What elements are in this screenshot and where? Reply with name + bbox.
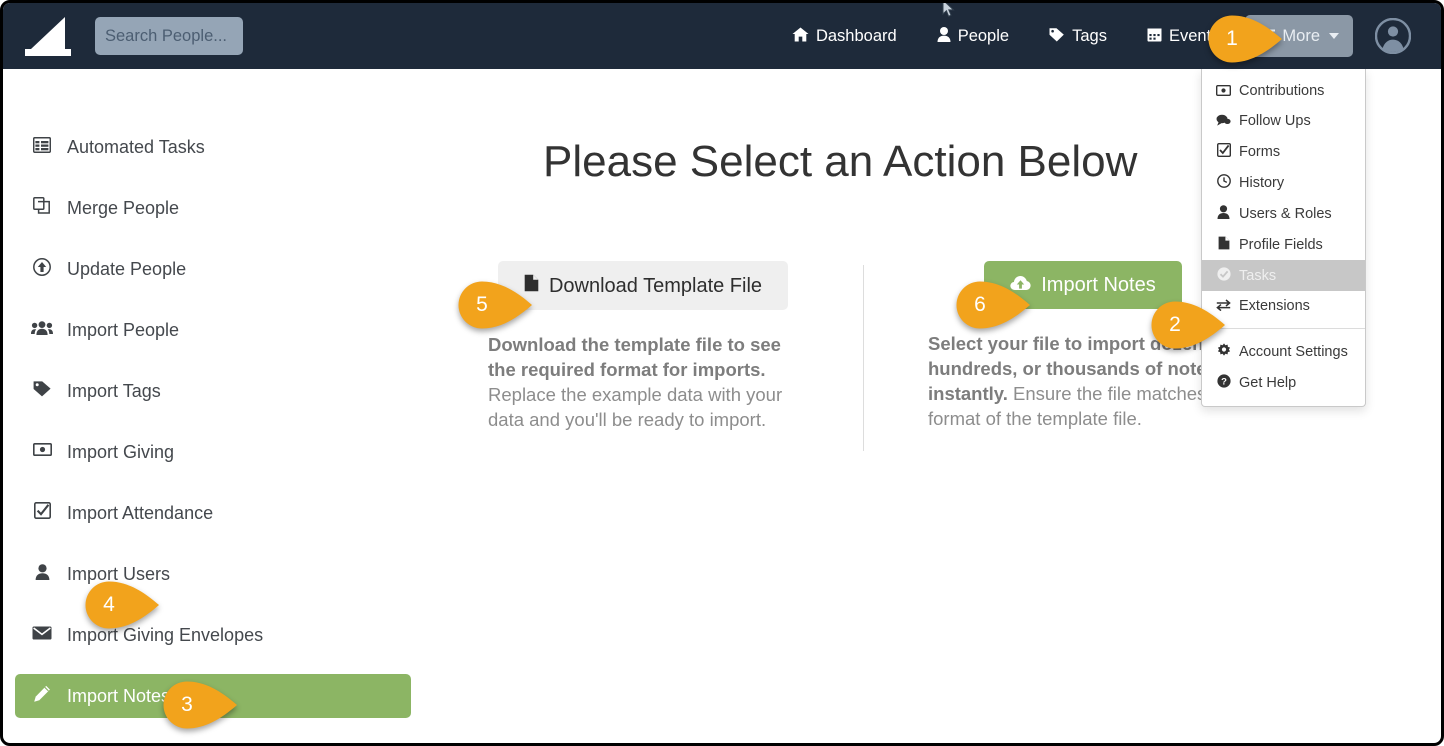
dropdown-item-label: Users & Roles — [1239, 205, 1332, 222]
search-input[interactable] — [95, 17, 243, 55]
dropdown-item-contributions[interactable]: Contributions — [1202, 76, 1365, 106]
svg-text:?: ? — [1221, 376, 1227, 387]
dropdown-item-label: Tasks — [1239, 267, 1277, 284]
callout-badge-3: 3 — [163, 681, 239, 729]
sidebar-item-update-people[interactable]: Update People — [15, 247, 411, 291]
nav-item-people[interactable]: People — [917, 3, 1029, 69]
chevron-down-icon — [1329, 33, 1339, 39]
sidebar-item-import-people[interactable]: Import People — [15, 308, 411, 352]
sidebar-item-import-tags[interactable]: Import Tags — [15, 369, 411, 413]
page-title: Please Select an Action Below — [543, 137, 1138, 186]
callout-badge-4: 4 — [85, 581, 161, 629]
table-icon — [31, 136, 53, 158]
dropdown-item-get-help[interactable]: ? Get Help — [1202, 367, 1365, 398]
dropdown-item-tasks[interactable]: Tasks — [1202, 260, 1365, 291]
dropdown-item-follow-ups[interactable]: Follow Ups — [1202, 106, 1365, 136]
callout-badge-number: 1 — [1226, 27, 1238, 50]
callout-badge-number: 4 — [103, 593, 115, 616]
calendar-icon — [1147, 27, 1162, 45]
clock-icon — [1216, 174, 1231, 191]
download-template-description: Download the template file to see the re… — [488, 332, 798, 433]
sidebar-item-import-giving-envelopes[interactable]: Import Giving Envelopes — [15, 613, 411, 657]
more-dropdown-menu: Contributions Follow Ups Forms History U… — [1201, 69, 1366, 407]
sidebar-item-label: Import People — [67, 319, 180, 340]
money-icon — [31, 443, 53, 461]
sidebar-item-label: Import Notes — [67, 685, 171, 706]
sidebar-item-import-giving[interactable]: Import Giving — [15, 430, 411, 474]
callout-badge-1: 1 — [1208, 15, 1284, 63]
dropdown-item-label: Follow Ups — [1239, 113, 1311, 129]
callout-badge-6: 6 — [956, 281, 1032, 329]
comment-icon — [1216, 114, 1231, 129]
download-template-description-rest: Replace the example data with your data … — [488, 384, 783, 431]
money-icon — [1215, 84, 1232, 99]
user-avatar-icon[interactable] — [1374, 17, 1412, 55]
sidebar-item-label: Update People — [67, 258, 187, 279]
import-notes-button-label: Import Notes — [1041, 274, 1156, 296]
nav-item-label: Dashboard — [815, 26, 897, 45]
callout-badge-number: 2 — [1169, 313, 1181, 336]
person-icon — [937, 27, 951, 45]
sidebar-item-label: Merge People — [67, 197, 180, 218]
user-icon — [31, 563, 53, 585]
sidebar-item-import-users[interactable]: Import Users — [15, 552, 411, 596]
check-square-icon — [1216, 142, 1231, 160]
check-square-icon — [31, 502, 53, 524]
dropdown-item-label: Get Help — [1239, 374, 1297, 391]
sidebar-item-label: Import Tags — [67, 380, 161, 401]
dropdown-item-forms[interactable]: Forms — [1202, 136, 1365, 167]
dropdown-item-label: History — [1239, 174, 1285, 191]
file-icon — [1216, 236, 1231, 253]
nav-item-label: People — [957, 26, 1010, 45]
user-icon — [1216, 205, 1231, 222]
dropdown-item-users-roles[interactable]: Users & Roles — [1202, 198, 1365, 229]
nav-links: Dashboard People Tags Events More — [772, 3, 1441, 69]
mouse-cursor — [941, 3, 957, 24]
app-window: Dashboard People Tags Events — [0, 0, 1444, 746]
dropdown-item-profile-fields[interactable]: Profile Fields — [1202, 229, 1365, 260]
sidebar-item-import-attendance[interactable]: Import Attendance — [15, 491, 411, 535]
tag-icon — [1049, 27, 1065, 45]
sidebar-item-label: Automated Tasks — [67, 136, 205, 157]
logo-sail-shape — [31, 17, 65, 49]
tag-icon — [31, 380, 53, 402]
callout-badge-number: 5 — [476, 293, 488, 316]
nav-item-dashboard[interactable]: Dashboard — [772, 3, 917, 69]
pencil-icon — [31, 685, 53, 708]
task-sidebar: Automated Tasks Merge People Update Peop… — [3, 69, 423, 743]
dropdown-item-label: Forms — [1239, 143, 1281, 160]
nav-item-label: Tags — [1072, 26, 1107, 45]
callout-badge-number: 6 — [974, 293, 986, 316]
sidebar-item-label: Import Attendance — [67, 502, 214, 523]
check-circle-icon — [1216, 267, 1231, 284]
dropdown-item-label: Extensions — [1239, 298, 1310, 314]
dropdown-item-label: Contributions — [1239, 83, 1325, 99]
callout-badge-number: 3 — [181, 693, 193, 716]
sailboat-logo[interactable] — [25, 15, 73, 57]
dropdown-item-label: Account Settings — [1239, 343, 1348, 360]
download-template-description-bold: Download the template file to see the re… — [488, 334, 781, 381]
sidebar-item-automated-tasks[interactable]: Automated Tasks — [15, 125, 411, 169]
callout-badge-5: 5 — [458, 281, 534, 329]
merge-icon — [31, 197, 53, 219]
dropdown-item-label: Profile Fields — [1239, 236, 1323, 253]
sidebar-item-merge-people[interactable]: Merge People — [15, 186, 411, 230]
more-menu-label: More — [1282, 26, 1320, 45]
envelope-icon — [31, 626, 53, 645]
callout-badge-2: 2 — [1151, 301, 1227, 349]
question-circle-icon: ? — [1216, 374, 1231, 391]
group-icon — [31, 320, 53, 340]
download-template-button[interactable]: Download Template File — [497, 261, 789, 310]
sidebar-item-delete-data[interactable]: Delete Data — [15, 735, 411, 743]
home-icon — [792, 27, 809, 45]
dropdown-item-history[interactable]: History — [1202, 167, 1365, 198]
logo-hull-shape — [25, 49, 71, 56]
nav-item-tags[interactable]: Tags — [1029, 3, 1127, 69]
download-template-button-label: Download Template File — [548, 274, 763, 297]
arrow-up-circle-icon — [31, 257, 53, 281]
sidebar-item-label: Import Giving — [67, 441, 175, 462]
